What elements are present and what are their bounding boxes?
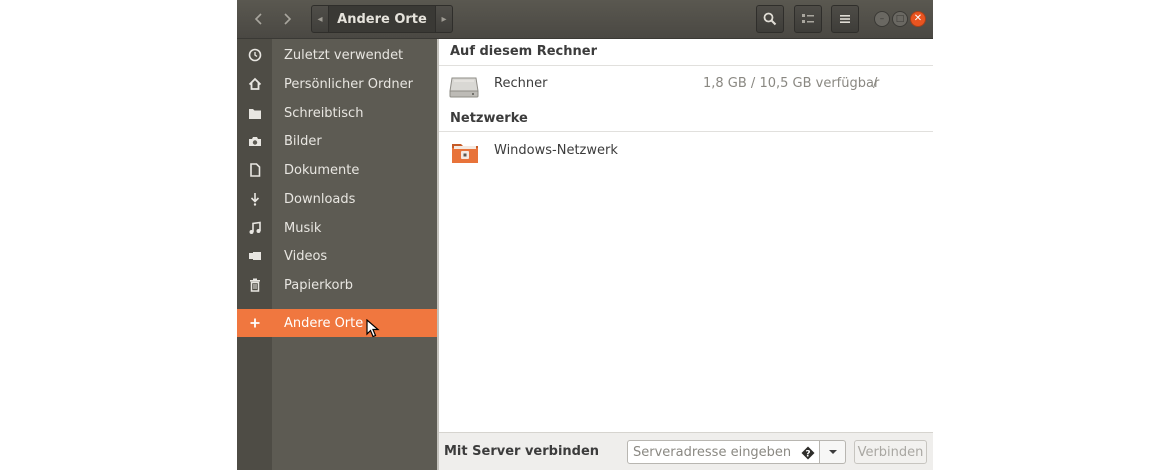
sidebar-item-label: Andere Orte — [284, 315, 364, 331]
chevron-right-icon — [284, 13, 292, 25]
sidebar-item-videos[interactable]: Videos — [237, 242, 437, 270]
download-icon — [237, 192, 272, 206]
section-header-this-computer: Auf diesem Rechner — [450, 44, 597, 59]
sidebar: Zuletzt verwendet Persönlicher Ordner Sc… — [237, 39, 437, 470]
sidebar-item-trash[interactable]: Papierkorb — [237, 271, 437, 299]
sidebar-item-other-places[interactable]: Andere Orte — [237, 309, 437, 337]
sidebar-item-label: Bilder — [284, 133, 322, 149]
server-address-input[interactable] — [627, 440, 820, 464]
sidebar-item-label: Musik — [284, 220, 322, 236]
item-mount-point: / — [873, 76, 878, 91]
connect-button[interactable]: Verbinden — [854, 440, 927, 464]
network-folder-icon — [452, 144, 478, 163]
back-button[interactable] — [247, 5, 271, 33]
sidebar-item-recent[interactable]: Zuletzt verwendet — [237, 41, 437, 69]
path-scroll-right-icon[interactable]: ▸ — [436, 14, 452, 25]
item-name: Windows-Netzwerk — [494, 143, 618, 158]
search-button[interactable] — [756, 5, 784, 33]
other-places-view: Auf diesem Rechner Rechner 1,8 GB / 10,5… — [439, 39, 933, 432]
item-name: Rechner — [494, 76, 548, 91]
headerbar: ◂ Andere Orte ▸ – □ ✕ — [237, 0, 933, 39]
sidebar-item-documents[interactable]: Dokumente — [237, 156, 437, 184]
path-scroll-left-icon[interactable]: ◂ — [312, 14, 328, 25]
sidebar-item-label: Schreibtisch — [284, 105, 364, 121]
clock-icon — [237, 48, 272, 62]
close-icon: ✕ — [913, 13, 923, 24]
chevron-left-icon — [254, 13, 262, 25]
list-view-icon — [802, 14, 814, 23]
sidebar-item-label: Zuletzt verwendet — [284, 47, 404, 63]
sidebar-item-label: Downloads — [284, 191, 356, 207]
path-bar: ◂ Andere Orte ▸ — [311, 5, 453, 33]
mouse-cursor-icon — [366, 319, 380, 338]
music-icon — [237, 221, 272, 235]
help-icon[interactable]: ? — [800, 445, 816, 461]
home-icon — [237, 77, 272, 91]
video-icon — [237, 250, 272, 262]
sidebar-item-label: Persönlicher Ordner — [284, 76, 413, 92]
plus-icon — [237, 317, 272, 329]
hamburger-menu-icon — [840, 15, 850, 23]
item-free-space: 1,8 GB / 10,5 GB verfügbar — [703, 76, 880, 91]
document-icon — [237, 163, 272, 177]
svg-text:?: ? — [805, 450, 810, 460]
connect-to-server-label: Mit Server verbinden — [444, 444, 600, 459]
list-item-computer[interactable]: Rechner 1,8 GB / 10,5 GB verfügbar / — [439, 66, 933, 105]
sidebar-item-music[interactable]: Musik — [237, 214, 437, 242]
chevron-down-icon — [828, 450, 837, 454]
harddisk-icon — [449, 77, 479, 98]
forward-button[interactable] — [275, 5, 299, 33]
sidebar-item-downloads[interactable]: Downloads — [237, 185, 437, 213]
server-history-dropdown[interactable] — [820, 440, 846, 464]
menu-button[interactable] — [831, 5, 859, 33]
trash-icon — [237, 278, 272, 292]
sidebar-item-pictures[interactable]: Bilder — [237, 127, 437, 155]
minimize-icon: – — [879, 13, 885, 24]
camera-icon — [237, 135, 272, 148]
sidebar-item-desktop[interactable]: Schreibtisch — [237, 99, 437, 127]
folder-icon — [237, 107, 272, 120]
view-toggle-button[interactable] — [794, 5, 822, 33]
path-crumb-current[interactable]: Andere Orte — [328, 6, 436, 32]
sidebar-item-label: Videos — [284, 248, 328, 264]
close-button[interactable]: ✕ — [910, 11, 926, 27]
sidebar-item-home[interactable]: Persönlicher Ordner — [237, 70, 437, 98]
sidebar-item-label: Papierkorb — [284, 277, 354, 293]
connect-to-server-bar: Mit Server verbinden ? Verbinden — [439, 432, 933, 470]
sidebar-item-label: Dokumente — [284, 162, 360, 178]
maximize-button[interactable]: □ — [892, 11, 908, 27]
search-icon — [763, 12, 777, 26]
list-item-windows-network[interactable]: Windows-Netzwerk — [439, 132, 933, 172]
maximize-icon: □ — [895, 13, 905, 24]
minimize-button[interactable]: – — [874, 11, 890, 27]
section-header-networks: Netzwerke — [450, 111, 528, 126]
file-manager-window: ◂ Andere Orte ▸ – □ ✕ Zuletzt verwendet … — [237, 0, 933, 470]
